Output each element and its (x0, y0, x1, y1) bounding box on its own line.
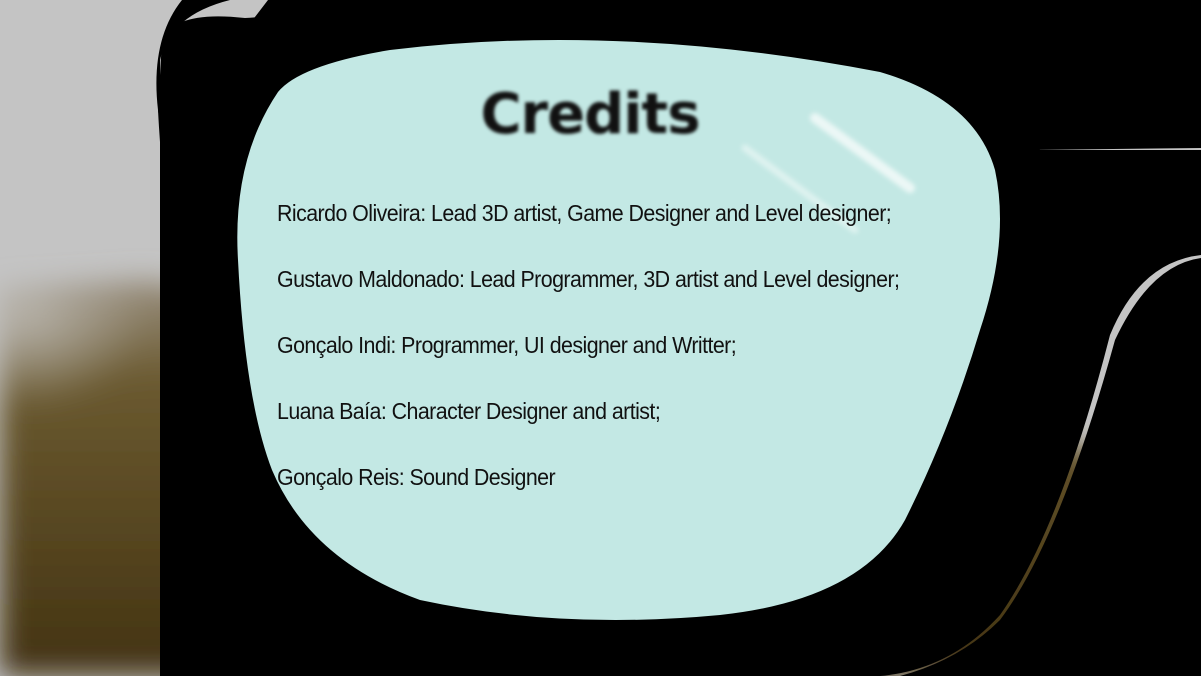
credit-entry: Gonçalo Indi: Programmer, UI designer an… (277, 332, 737, 358)
credit-entry: Gonçalo Reis: Sound Designer (277, 464, 556, 490)
credits-screen: Credits Ricardo Oliveira: Lead 3D artist… (0, 0, 1201, 676)
credit-entry: Gustavo Maldonado: Lead Programmer, 3D a… (277, 266, 900, 292)
credits-list: Ricardo Oliveira: Lead 3D artist, Game D… (277, 196, 946, 526)
credit-entry: Ricardo Oliveira: Lead 3D artist, Game D… (277, 200, 892, 226)
credit-entry: Luana Baía: Character Designer and artis… (277, 398, 661, 424)
credits-title: Credits (480, 82, 700, 147)
